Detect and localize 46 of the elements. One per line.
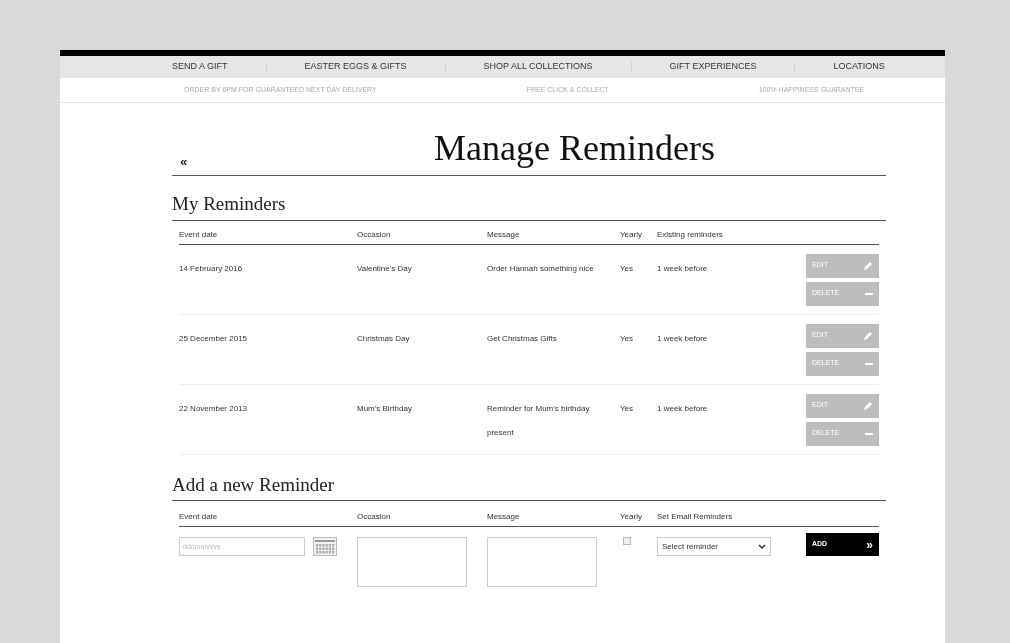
column-header: Message: [487, 511, 520, 521]
table-cell: 22 November 2013: [179, 403, 248, 413]
table-cell: Christmas Day: [357, 333, 410, 343]
table-cell: Valentine's Day: [357, 263, 412, 273]
table-cell: Reminder for Mum's birthday present: [487, 403, 590, 437]
table-cell: Mum's Birthday: [357, 403, 412, 413]
column-header: Existing reminders: [657, 230, 723, 239]
pencil-icon: [863, 400, 873, 411]
message-field[interactable]: [487, 537, 597, 587]
nav-link[interactable]: SHOP ALL COLLECTIONS: [483, 60, 593, 74]
pencil-icon: [863, 260, 873, 271]
nav-link[interactable]: EASTER EGGS & GIFTS: [304, 60, 407, 74]
column-header: Occasion: [357, 511, 391, 521]
column-header: Yearly: [620, 230, 642, 239]
pencil-icon: [863, 330, 873, 341]
column-header: Yearly: [620, 511, 642, 521]
section-heading: Add a new Reminder: [172, 470, 886, 501]
nav-link[interactable]: SEND A GIFT: [172, 60, 228, 74]
table-cell: Order Hannah something nice: [487, 263, 594, 273]
table-cell: Yes: [620, 403, 634, 413]
table-cell: Yes: [620, 333, 634, 343]
column-header: Message: [487, 230, 520, 239]
table-cell: 1 week before: [657, 263, 708, 273]
occasion-field[interactable]: [357, 537, 467, 587]
column-header: Occasion: [357, 230, 391, 239]
back-link[interactable]: «: [180, 151, 188, 171]
table-cell: 25 December 2015: [179, 333, 248, 343]
yearly-checkbox[interactable]: [623, 537, 631, 545]
table-cell: 1 week before: [657, 403, 708, 413]
table-cell: 1 week before: [657, 333, 708, 343]
minus-icon: [865, 292, 873, 295]
column-header: Set Email Reminders: [657, 511, 733, 521]
minus-icon: [865, 362, 873, 365]
column-header: Event date: [179, 230, 218, 239]
table-cell: Get Christmas Gifts: [487, 333, 557, 343]
chevron-down-icon: [758, 544, 766, 549]
nav-link[interactable]: LOCATIONS: [833, 60, 885, 74]
page-title: Manage Reminders: [434, 127, 715, 170]
section-heading: My Reminders: [172, 190, 886, 221]
minus-icon: [865, 432, 873, 435]
calendar-icon[interactable]: [313, 537, 337, 556]
column-header: Event date: [179, 511, 218, 521]
table-cell: 14 February 2016: [179, 263, 243, 273]
nav-link[interactable]: GIFT EXPERIENCES: [669, 60, 757, 74]
reminder-select[interactable]: Select reminder: [657, 537, 771, 556]
table-cell: Yes: [620, 263, 634, 273]
